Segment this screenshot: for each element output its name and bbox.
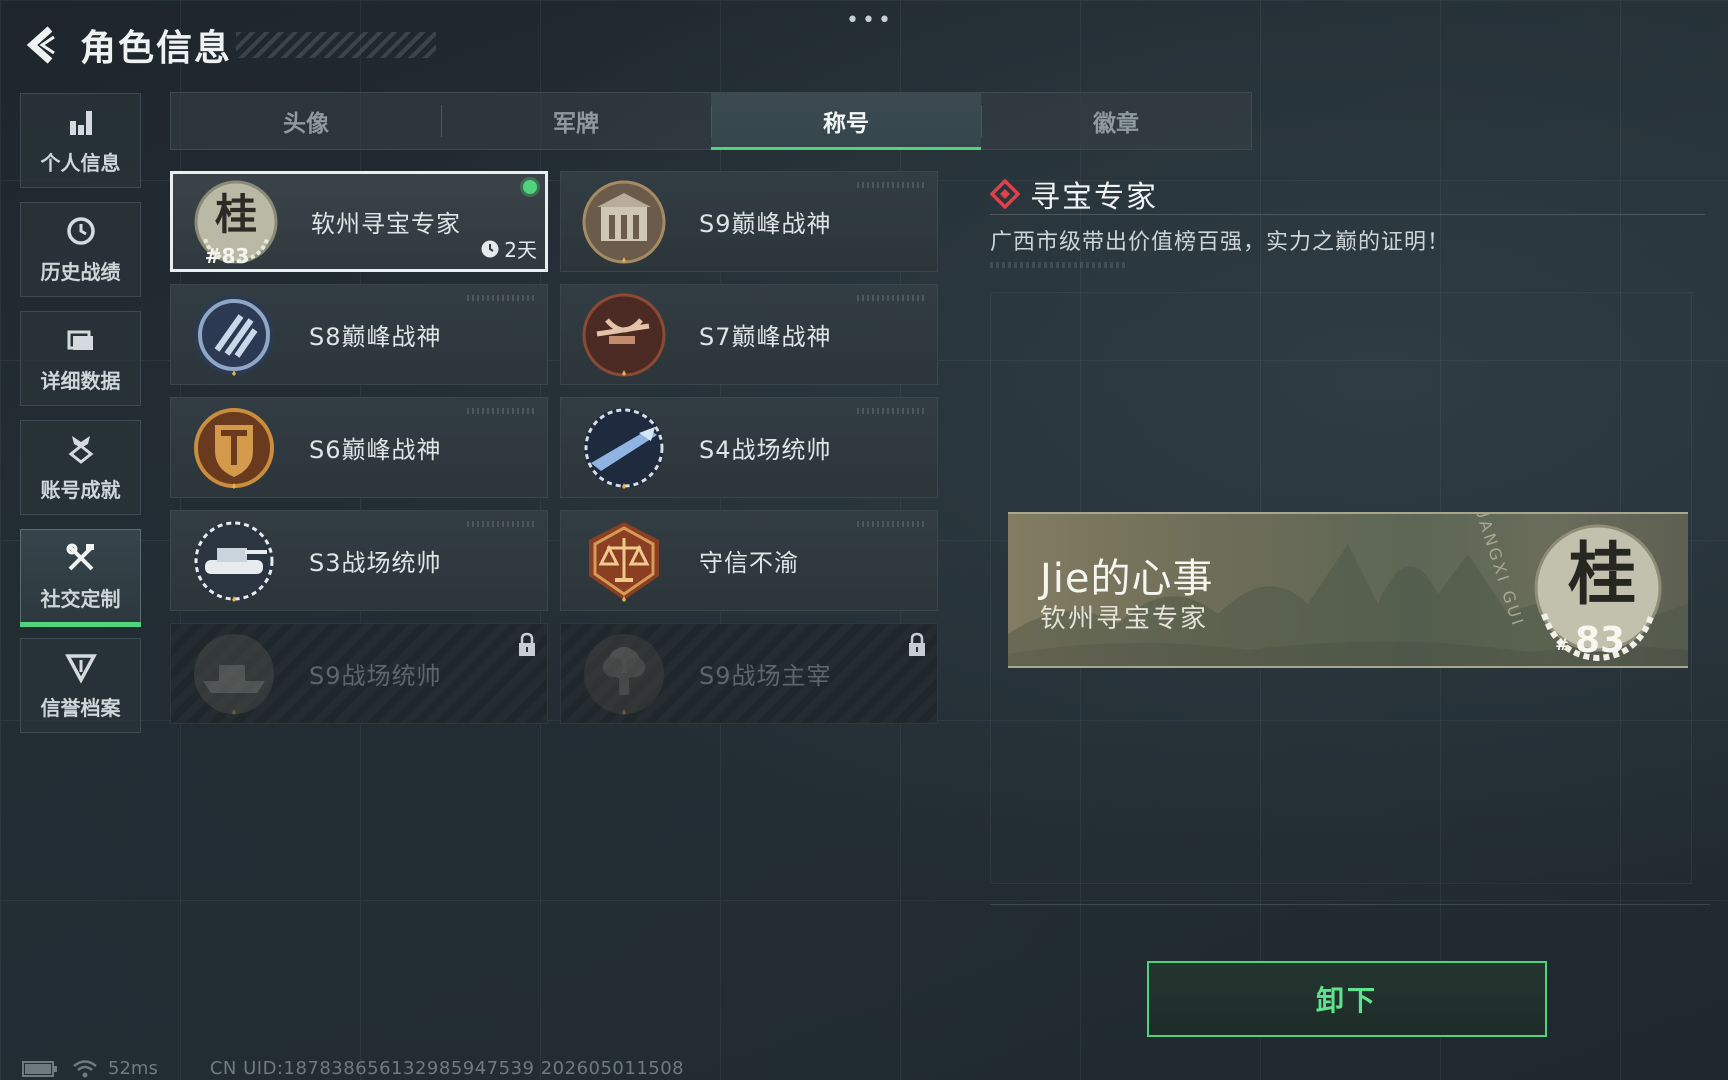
title-label: 软州寻宝专家 — [311, 210, 461, 238]
sidebar-item-label: 个人信息 — [40, 151, 121, 175]
description-decoration — [990, 262, 1126, 268]
uid-text: CN UID:18783865613298594753​9 2026050115… — [209, 1058, 685, 1079]
divider — [990, 214, 1705, 215]
title-label: S6巅峰战神 — [309, 436, 442, 464]
history-icon — [66, 217, 95, 245]
svg-text:桂: 桂 — [215, 190, 257, 239]
title-card-s7-peak[interactable]: S7巅峰战神 — [560, 284, 938, 385]
sidebar-item-label: 详细数据 — [40, 369, 121, 393]
title-card-s3-commander[interactable]: S3战场统帅 — [170, 510, 548, 611]
tank-medal-icon — [194, 520, 274, 602]
svg-text:#83: #83 — [205, 244, 250, 267]
title-label: S9巅峰战神 — [699, 210, 832, 238]
page-title: 角色信息 — [80, 28, 233, 69]
title-card-qinzhou[interactable]: 桂 #83 软州寻宝专家 2天 — [170, 171, 548, 272]
sidebar-item-social-custom[interactable]: 社交定制 — [20, 529, 141, 627]
player-name: Jie的心事 — [1040, 556, 1214, 602]
tools-icon — [66, 543, 94, 571]
title-label: 守信不渝 — [699, 549, 799, 577]
lock-icon — [519, 632, 535, 656]
detail-name: 寻宝专家 — [1030, 180, 1158, 215]
back-button[interactable] — [22, 23, 62, 67]
title-label: S8巅峰战神 — [309, 323, 442, 351]
tab-avatar[interactable]: 头像 — [171, 93, 441, 149]
title-card-s6-peak[interactable]: S6巅峰战神 — [170, 397, 548, 498]
timer-text: 2天 — [504, 238, 537, 262]
title-label: S4战场统帅 — [699, 436, 832, 464]
title-card-keep-faith[interactable]: 守信不渝 — [560, 510, 938, 611]
sidebar-item-credit-file[interactable]: 信誉档案 — [20, 638, 141, 733]
tab-bar: 头像 军牌 称号 徽章 — [170, 92, 1252, 150]
svg-text:#: # — [1555, 635, 1568, 654]
shield-medal-icon — [194, 407, 274, 489]
diamond-icon — [990, 179, 1020, 209]
stripes-medal-icon — [194, 294, 274, 376]
sidebar-item-label: 账号成就 — [40, 478, 121, 502]
svg-text:83: 83 — [1575, 620, 1625, 661]
title-banner-preview: Jie的心事 钦州寻宝专家 GUANGXI GUI 桂 # 83 — [1008, 512, 1688, 668]
clock-icon — [481, 240, 499, 257]
title-label: S3战场统帅 — [309, 549, 442, 577]
title-card-s9-commander[interactable]: S9战场统帅 — [170, 623, 548, 724]
detail-title: 寻宝专家 — [990, 172, 1158, 216]
detail-description: 广西市级带出价值榜百强，实力之巅的证明！ — [990, 230, 1451, 255]
card-decoration — [857, 182, 927, 188]
card-decoration — [857, 521, 927, 527]
achievement-icon — [68, 436, 93, 464]
card-decoration — [467, 408, 537, 414]
lock-icon — [909, 632, 925, 656]
sidebar-item-history[interactable]: 历史战绩 — [20, 202, 141, 297]
title-card-s9-peak[interactable]: S9巅峰战神 — [560, 171, 938, 272]
card-decoration — [467, 295, 537, 301]
gui-medal-icon: 桂 # 83 — [1534, 524, 1662, 662]
rocket-medal-icon — [584, 407, 664, 489]
title-card-s9-dominator[interactable]: S9战场主宰 — [560, 623, 938, 724]
bar-chart-icon — [69, 111, 92, 135]
title-label: S9战场主宰 — [699, 662, 832, 690]
card-decoration — [857, 295, 927, 301]
title-grid: 桂 #83 软州寻宝专家 2天 S9巅峰战神 S8巅峰战神 S7巅峰战神 S6巅… — [170, 171, 940, 724]
sidebar-item-personal-info[interactable]: 个人信息 — [20, 93, 141, 188]
sidebar-item-label: 社交定制 — [40, 587, 121, 611]
explosion-medal-icon — [584, 633, 664, 715]
title-decoration — [236, 32, 437, 58]
sidebar-item-detail-data[interactable]: 详细数据 — [20, 311, 141, 406]
header: 角色信息 — [22, 20, 437, 70]
title-label: S7巅峰战神 — [699, 323, 832, 351]
scales-medal-icon — [589, 521, 659, 602]
status-bar: 52ms CN UID:18783865613298594753​9 20260… — [22, 1058, 684, 1079]
title-card-s4-commander[interactable]: S4战场统帅 — [560, 397, 938, 498]
folder-icon — [67, 330, 93, 350]
expiry-timer: 2天 — [480, 234, 537, 263]
title-label: S9战场统帅 — [309, 662, 442, 690]
divider — [990, 904, 1710, 905]
tab-dogtag[interactable]: 军牌 — [441, 93, 711, 149]
title-card-s8-peak[interactable]: S8巅峰战神 — [170, 284, 548, 385]
credit-icon — [64, 654, 97, 684]
sidebar-item-achievements[interactable]: 账号成就 — [20, 420, 141, 515]
sidebar-item-label: 信誉档案 — [40, 696, 121, 720]
ship-medal-icon — [194, 633, 274, 715]
tab-badge[interactable]: 徽章 — [981, 93, 1251, 149]
equipped-indicator — [523, 180, 537, 194]
unequip-button[interactable]: 卸下 — [1147, 961, 1547, 1037]
svg-text:桂: 桂 — [1568, 536, 1636, 615]
ping-text: 52ms — [108, 1058, 158, 1079]
battery-icon — [22, 1060, 57, 1077]
wifi-icon — [73, 1059, 97, 1077]
unequip-label: 卸下 — [1315, 984, 1378, 1017]
sidebar: 个人信息 历史战绩 详细数据 账号成就 社交定制 信誉档案 — [20, 93, 143, 747]
card-decoration — [857, 408, 927, 414]
card-decoration — [467, 521, 537, 527]
crossbow-medal-icon — [582, 293, 666, 376]
sidebar-item-label: 历史战绩 — [40, 260, 121, 284]
tab-title[interactable]: 称号 — [711, 93, 981, 150]
back-arrow-icon — [26, 26, 55, 64]
banner-title: 钦州寻宝专家 — [1040, 604, 1209, 634]
more-menu-icon[interactable]: ••• — [846, 8, 894, 33]
gui-medal-icon: 桂 #83 — [194, 180, 278, 267]
building-medal-icon — [582, 180, 666, 263]
